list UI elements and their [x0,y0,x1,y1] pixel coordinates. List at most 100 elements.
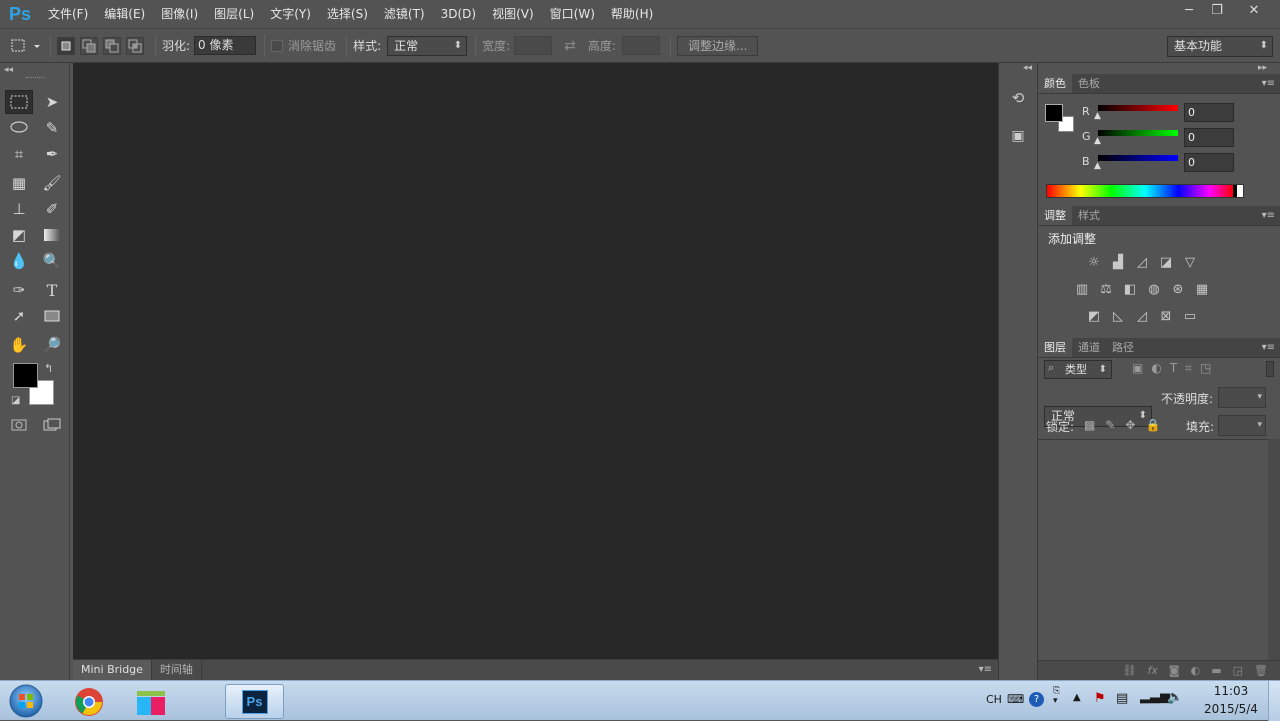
toolbar-grip[interactable] [26,77,44,80]
clock-time[interactable]: 11:03 [1206,684,1256,698]
height-input[interactable] [621,36,660,55]
refine-edge-button[interactable]: 调整边缘... [676,35,759,56]
color-balance-icon[interactable]: ⚖ [1096,279,1116,299]
filter-toggle[interactable] [1266,361,1274,377]
volume-icon[interactable]: 🔈 [1167,690,1183,705]
layers-panel-menu-icon[interactable]: ▾≡ [1262,338,1280,357]
posterize-icon[interactable]: ◺ [1108,306,1128,326]
clone-stamp-tool[interactable]: ⊥ [5,197,33,221]
g-value[interactable]: 0 [1184,128,1234,147]
screen-mode-icon[interactable] [38,413,66,437]
device-icon[interactable]: ▤ [1116,691,1128,706]
history-panel-icon[interactable]: ⟲ [1008,87,1028,109]
menu-select[interactable]: 选择(S) [319,0,376,28]
workspace-select[interactable]: 基本功能 [1167,36,1273,57]
hand-tool[interactable]: ✋ [5,333,33,357]
antialias-checkbox[interactable] [271,39,284,52]
photo-filter-icon[interactable]: ◍ [1144,279,1164,299]
menu-layer[interactable]: 图层(L) [206,0,262,28]
selective-color-icon[interactable]: ⊠ [1156,306,1176,326]
panel-fg-swatch[interactable] [1045,104,1063,122]
default-colors-icon[interactable]: ◪ [11,395,20,406]
add-mask-icon[interactable]: ◙ [1169,664,1180,677]
tab-mini-bridge[interactable]: Mini Bridge [73,660,152,680]
menu-type[interactable]: 文字(Y) [262,0,319,28]
panel-menu-icon[interactable]: ▾≡ [979,660,998,680]
invert-icon[interactable]: ◩ [1084,306,1104,326]
curves-icon[interactable]: ◿ [1132,252,1152,272]
b-slider[interactable] [1098,155,1178,161]
layers-scrollbar[interactable] [1268,439,1280,660]
filter-smart-icon[interactable]: ◳ [1200,361,1211,376]
layer-filter-select[interactable]: 类型 [1044,360,1112,379]
tab-channels[interactable]: 通道 [1072,338,1106,357]
gradient-map-icon[interactable]: ▭ [1180,306,1200,326]
hue-saturation-icon[interactable]: ▥ [1072,279,1092,299]
tab-layers[interactable]: 图层 [1038,338,1072,357]
lasso-tool[interactable] [5,116,33,140]
show-desktop-button[interactable] [1268,681,1280,721]
filter-pixel-icon[interactable]: ▣ [1132,361,1143,376]
exposure-icon[interactable]: ◪ [1156,252,1176,272]
width-input[interactable] [514,36,553,55]
b-slider-handle[interactable]: ▲ [1094,161,1101,171]
tab-paths[interactable]: 路径 [1106,338,1140,357]
pen-tool[interactable]: ✑ [5,278,33,302]
clock-date[interactable]: 2015/5/4 [1196,702,1266,716]
menu-image[interactable]: 图像(I) [153,0,206,28]
tab-color[interactable]: 颜色 [1038,74,1072,93]
blur-tool[interactable]: 💧 [5,249,33,273]
levels-icon[interactable]: ▟ [1108,252,1128,272]
lock-all-icon[interactable]: 🔒 [1145,418,1160,432]
fill-input[interactable]: ▾ [1218,415,1266,436]
show-hidden-icons[interactable]: ▲ [1073,692,1081,703]
marquee-preset-picker[interactable] [8,35,44,57]
menu-file[interactable]: 文件(F) [40,0,96,28]
color-lookup-icon[interactable]: ▦ [1192,279,1212,299]
r-slider-handle[interactable]: ▲ [1094,111,1101,121]
expand-dock-icon[interactable]: ◂◂ [1023,63,1032,73]
foreground-color-swatch-top[interactable] [13,363,38,388]
close-button[interactable]: ✕ [1236,0,1272,20]
filter-shape-icon[interactable]: ⌗ [1185,361,1192,376]
swap-colors-icon[interactable]: ↰ [44,362,53,375]
minimize-button[interactable]: ─ [1175,0,1203,20]
filter-adjust-icon[interactable]: ◐ [1151,361,1161,376]
properties-panel-icon[interactable]: ▣ [1008,125,1028,147]
b-value[interactable]: 0 [1184,153,1234,172]
move-tool[interactable]: ➤ [38,90,66,114]
eyedropper-tool[interactable]: ✒ [38,142,66,166]
action-center-icon[interactable]: ⚑ [1094,691,1106,706]
channel-mixer-icon[interactable]: ⊛ [1168,279,1188,299]
collapse-toolbar-icon[interactable]: ◂◂ [4,65,13,75]
app-taskbar-button[interactable] [122,684,180,719]
g-slider[interactable] [1098,130,1178,136]
quick-mask-icon[interactable] [5,413,33,437]
threshold-icon[interactable]: ◿ [1132,306,1152,326]
delete-layer-icon[interactable]: 🗑 [1254,664,1268,677]
menu-help[interactable]: 帮助(H) [603,0,661,28]
subtract-selection-button[interactable] [103,36,121,55]
fx-icon[interactable]: fx [1148,664,1158,677]
filter-type-icon[interactable]: T [1170,361,1177,376]
ime-settings-icon[interactable]: ⎘ ▾ [1053,686,1060,706]
tab-styles[interactable]: 样式 [1072,206,1106,225]
r-slider[interactable] [1098,105,1178,111]
crop-tool[interactable]: ⌗ [5,142,33,166]
swap-icon[interactable]: ⇄ [564,38,576,54]
tab-timeline[interactable]: 时间轴 [152,660,202,680]
brightness-icon[interactable]: ☼ [1084,252,1104,272]
lock-pixels-icon[interactable]: ✎ [1105,418,1115,432]
new-adjustment-icon[interactable]: ◐ [1191,664,1201,677]
history-brush-tool[interactable]: ✐ [38,197,66,221]
feather-input[interactable]: 0 像素 [194,36,257,55]
adjust-panel-menu-icon[interactable]: ▾≡ [1262,206,1280,225]
rect-marquee-tool[interactable] [5,90,33,114]
document-area[interactable] [73,63,998,659]
menu-edit[interactable]: 编辑(E) [96,0,153,28]
quick-selection-tool[interactable]: ✎ [38,116,66,140]
collapse-panels-icon[interactable]: ▸▸ [1258,63,1267,73]
path-selection-tool[interactable]: ➚ [5,304,33,328]
keyboard-icon[interactable]: ⌨ [1007,692,1024,706]
tab-swatches[interactable]: 色板 [1072,74,1106,93]
